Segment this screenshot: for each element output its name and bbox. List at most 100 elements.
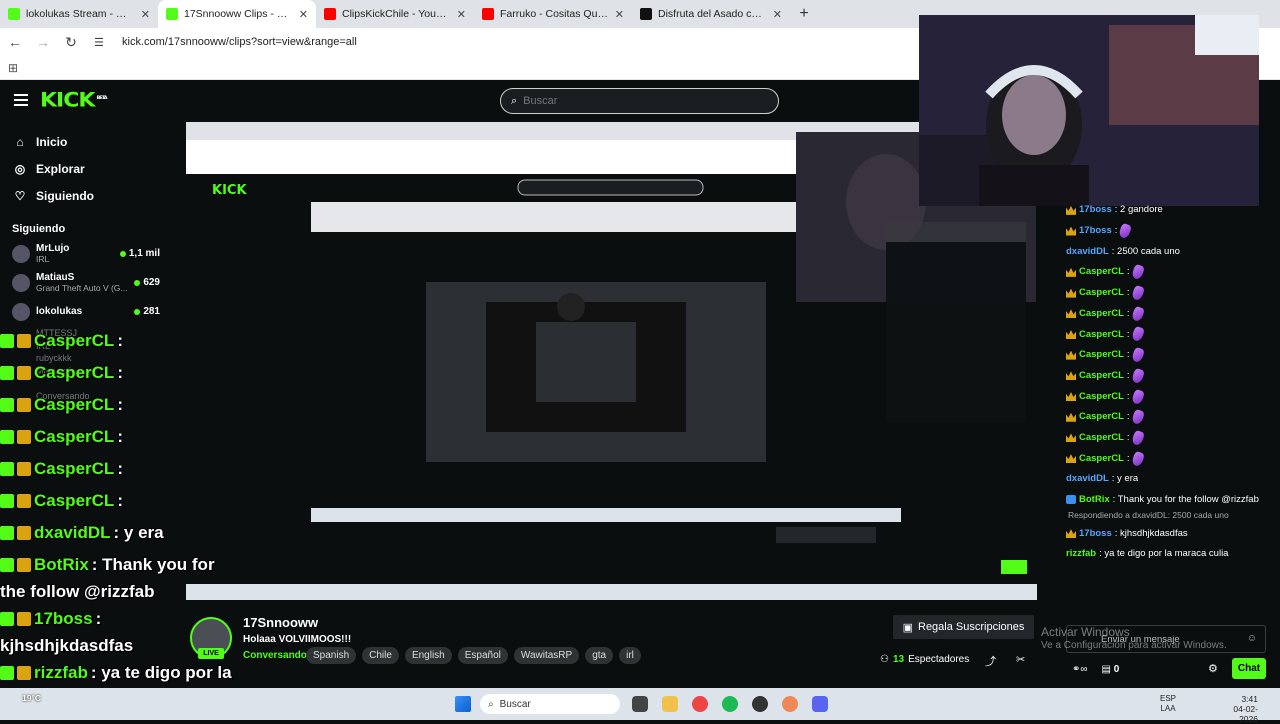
- stream-tag[interactable]: WawitasRP: [513, 647, 580, 664]
- chat-username[interactable]: CasperCL: [1079, 329, 1124, 341]
- windows-start-icon[interactable]: [455, 696, 471, 712]
- tab-title: lokolukas Stream - Watch Live o: [26, 8, 135, 20]
- compass-icon: ◎: [14, 161, 26, 176]
- feather-emote-icon: [1130, 429, 1145, 447]
- obs-icon[interactable]: [752, 696, 768, 712]
- crown-badge-icon: [1066, 350, 1076, 360]
- stream-tag[interactable]: Chile: [362, 647, 399, 664]
- stream-tag[interactable]: English: [404, 647, 452, 664]
- tab-title: Farruko - Cositas Que Haciamos: [500, 8, 609, 20]
- sidebar-item-siguiendo[interactable]: ♡ Siguiendo: [0, 182, 170, 209]
- chat-settings-icon[interactable]: ⚙: [1208, 662, 1218, 675]
- chat-username[interactable]: BotRix: [1079, 494, 1110, 506]
- following-list: MrLujo IRL 1,1 mil MatiauS Grand Theft Auto …: [0, 239, 170, 326]
- stream-category[interactable]: Conversando: [243, 650, 307, 661]
- url-text[interactable]: kick.com/17snnooww/clips?sort=view&range…: [122, 36, 357, 48]
- search-input[interactable]: [523, 95, 744, 107]
- chat-username[interactable]: CasperCL: [1079, 411, 1124, 423]
- points-display[interactable]: ▤ 0: [1102, 664, 1120, 675]
- chat-username[interactable]: dxavidDL: [1066, 246, 1109, 258]
- chat-text: : y era: [1111, 473, 1139, 485]
- folder-icon[interactable]: [662, 696, 678, 712]
- file-explorer-icon[interactable]: [632, 696, 648, 712]
- chat-message: rizzfab: ya te digo por la maraca culia: [1062, 544, 1280, 565]
- sidebar-item-explorar[interactable]: ◎ Explorar: [0, 155, 170, 182]
- browser-tab[interactable]: lokolukas Stream - Watch Live o ✕: [0, 0, 158, 28]
- chat-username[interactable]: dxavidDL: [1066, 473, 1109, 485]
- tab-favicon-icon: [8, 8, 20, 20]
- close-icon[interactable]: ✕: [457, 8, 466, 21]
- chat-username[interactable]: CasperCL: [1079, 391, 1124, 403]
- chat-username[interactable]: CasperCL: [1079, 308, 1124, 320]
- chat-username[interactable]: 17boss: [1079, 204, 1112, 216]
- heart-icon: ♡: [14, 188, 26, 203]
- chat-users-icon[interactable]: ⚭∞: [1072, 664, 1088, 675]
- chat-text: :: [1126, 328, 1130, 340]
- close-icon[interactable]: ✕: [299, 8, 308, 21]
- chat-username[interactable]: CasperCL: [1079, 370, 1124, 382]
- stream-tag[interactable]: Spanish: [306, 647, 357, 664]
- chat-username[interactable]: rizzfab: [1066, 548, 1096, 560]
- chat-message: CasperCL:: [1062, 283, 1280, 304]
- following-channel[interactable]: lokolukas 281: [0, 297, 170, 326]
- chat-username[interactable]: CasperCL: [1079, 432, 1124, 444]
- chat-username[interactable]: 17boss: [1079, 225, 1112, 237]
- chat-username[interactable]: 17boss: [1079, 528, 1112, 540]
- watermark-line1: Activar Windows: [1041, 625, 1130, 639]
- back-icon[interactable]: ←: [8, 34, 22, 50]
- following-channel[interactable]: MrLujo IRL 1,1 mil: [0, 239, 170, 268]
- reload-icon[interactable]: ↻: [64, 34, 78, 51]
- spotify-icon[interactable]: [722, 696, 738, 712]
- close-icon[interactable]: ✕: [141, 8, 150, 21]
- chrome-icon[interactable]: [692, 696, 708, 712]
- search-box[interactable]: ⌕: [500, 88, 779, 114]
- tab-favicon-icon: [640, 8, 652, 20]
- browser-tab[interactable]: Disfruta del Asado con Román ✕: [632, 0, 790, 28]
- gift-subs-button[interactable]: ▣ Regala Suscripciones: [893, 615, 1034, 639]
- tab-favicon-icon: [166, 8, 178, 20]
- lang-primary: ESP: [1160, 694, 1177, 703]
- site-info-icon[interactable]: ☰: [92, 36, 106, 49]
- taskbar-search[interactable]: ⌕ Buscar: [480, 694, 620, 714]
- clip-icon[interactable]: ✂: [1016, 653, 1025, 666]
- chat-username[interactable]: CasperCL: [1079, 287, 1124, 299]
- chat-text: :: [1126, 266, 1130, 278]
- share-icon[interactable]: ⤴: [985, 653, 996, 669]
- crown-badge-icon: [1066, 329, 1076, 339]
- weather-widget[interactable]: 19°C: [22, 693, 41, 703]
- tab-favicon-icon: [324, 8, 336, 20]
- discord-icon[interactable]: [812, 696, 828, 712]
- browser-tab[interactable]: ClipsKickChile - YouTube ✕: [316, 0, 474, 28]
- chat-send-button[interactable]: Chat: [1232, 658, 1266, 679]
- kick-logo[interactable]: KICK BETA: [40, 89, 108, 112]
- stream-tag[interactable]: Español: [457, 647, 508, 664]
- chat-username[interactable]: CasperCL: [1079, 266, 1124, 278]
- browser-tab[interactable]: Farruko - Cositas Que Haciamos ✕: [474, 0, 632, 28]
- viewer-number: 281: [143, 306, 160, 317]
- streamer-name[interactable]: 17Snnooww: [243, 615, 318, 630]
- close-icon[interactable]: ✕: [615, 8, 624, 21]
- crown-badge-icon: [1066, 205, 1076, 215]
- forward-icon[interactable]: →: [36, 34, 50, 50]
- chrome-profile-icon[interactable]: [782, 696, 798, 712]
- browser-tab[interactable]: 17Snnooww Clips - Watch Live ✕: [158, 0, 316, 28]
- following-channel[interactable]: MatiauS Grand Theft Auto V (G... 629: [0, 268, 170, 297]
- close-icon[interactable]: ✕: [773, 8, 782, 21]
- chat-username[interactable]: CasperCL: [1079, 349, 1124, 361]
- video-player[interactable]: KICK: [186, 122, 1037, 600]
- chat-username[interactable]: CasperCL: [1079, 453, 1124, 465]
- clock-date: 04-02-2026: [1233, 704, 1258, 724]
- chat-message: CasperCL:: [1062, 448, 1280, 469]
- chat-text: : 2 gandore: [1114, 204, 1163, 216]
- apps-grid-icon[interactable]: ⊞: [8, 61, 18, 75]
- chat-message: dxavidDL: 2500 cada uno: [1062, 241, 1280, 262]
- feather-emote-icon: [1130, 450, 1145, 467]
- emote-picker-icon[interactable]: ☺: [1247, 633, 1257, 644]
- stream-tag[interactable]: irl: [619, 647, 641, 664]
- sidebar-item-inicio[interactable]: ⌂ Inicio: [0, 128, 170, 155]
- new-tab-button[interactable]: +: [790, 0, 818, 28]
- language-indicator[interactable]: ESP LAA: [1160, 694, 1176, 714]
- live-badge: LIVE: [198, 648, 224, 659]
- stream-tag[interactable]: gta: [585, 647, 614, 664]
- menu-icon[interactable]: [14, 94, 28, 106]
